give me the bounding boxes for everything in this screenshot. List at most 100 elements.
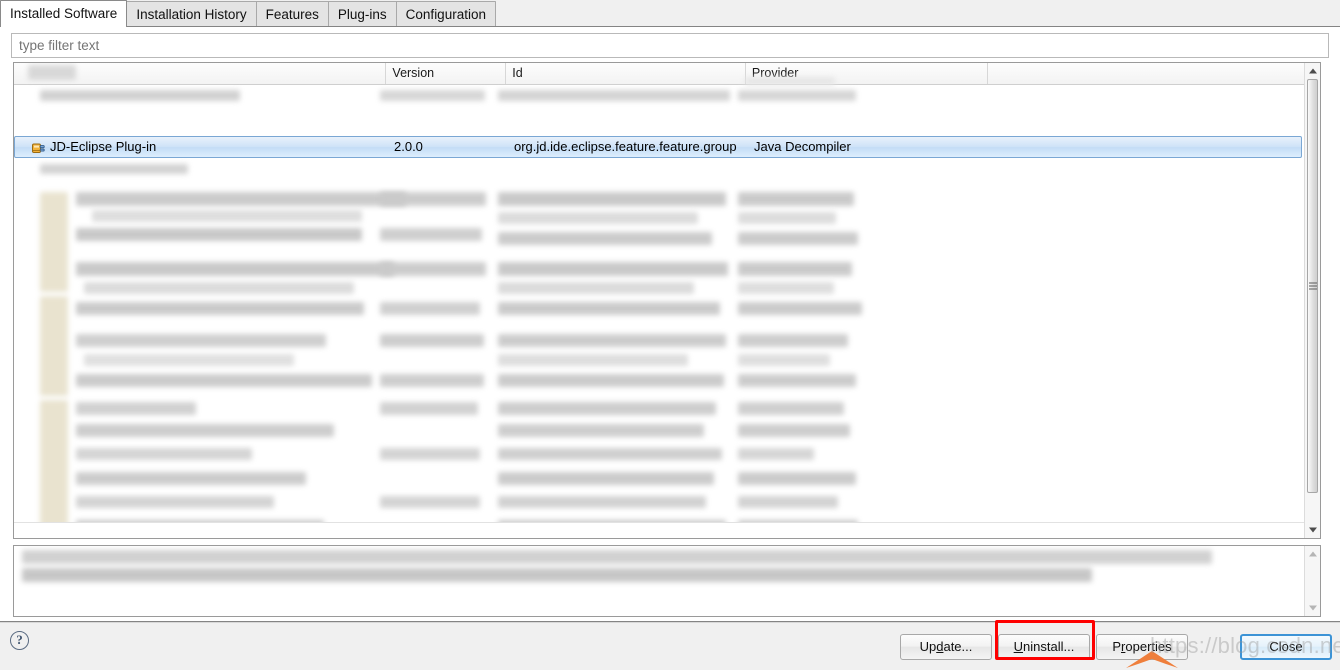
btn-text-post: se [1288,639,1303,654]
redacted-detail-line [22,568,1092,582]
tab-features[interactable]: Features [255,1,329,27]
redacted-cell [738,232,858,245]
column-header-id[interactable]: Id [506,63,746,84]
redacted-cell [380,448,480,460]
column-header-version[interactable]: Version [386,63,507,84]
redacted-cell [84,282,354,294]
tab-label: Installation History [136,7,247,22]
redacted-cell [738,402,844,415]
triangle-down-icon [1309,527,1317,533]
table-header-row: Version Id Provider [14,63,1304,85]
tab-installation-history[interactable]: Installation History [126,1,257,27]
redacted-cell [738,334,848,347]
horizontal-scrollbar[interactable] [14,522,1304,538]
redacted-cell [76,302,364,315]
redacted-cell [498,496,706,508]
btn-text-pre: P [1112,639,1122,654]
redacted-cell [738,90,856,101]
scroll-down-button[interactable] [1305,522,1320,538]
details-scroll-down-button[interactable] [1305,600,1320,616]
redacted-detail-line [22,550,1212,564]
cell-name: JD-Eclipse Plug-in [50,139,157,154]
help-icon[interactable]: ? [10,631,29,650]
table-row-selected[interactable]: JD-Eclipse Plug-in 2.0.0 org.jd.ide.ecli… [14,136,1302,158]
redacted-cell [92,210,362,222]
btn-text-pre: Up [919,639,937,654]
tab-configuration[interactable]: Configuration [395,1,496,27]
redacted-cell [84,354,294,366]
table-vertical-scrollbar[interactable] [1304,63,1320,538]
triangle-up-icon [1309,551,1317,557]
btn-text-post: operties [1125,639,1172,654]
redacted-cell [498,424,704,437]
redacted-cell [76,424,334,437]
redacted-cell [738,424,850,437]
details-panel[interactable] [13,545,1321,617]
update-button[interactable]: Update... [900,634,992,660]
redacted-cell [76,374,372,387]
redacted-cell [738,262,852,276]
redacted-cell [76,496,274,508]
btn-text-post: ninstall... [1023,639,1075,654]
tab-plug-ins[interactable]: Plug-ins [327,1,397,27]
cell-extra [990,137,1290,157]
redacted-cell [40,164,188,174]
redacted-cell [498,374,724,387]
filter-field[interactable] [11,33,1329,58]
redacted-cell [76,228,362,241]
details-scroll-up-button[interactable] [1305,546,1320,562]
tab-label: Features [265,7,319,22]
redacted-cell [498,212,698,224]
table-body[interactable]: JD-Eclipse Plug-in 2.0.0 org.jd.ide.ecli… [14,84,1304,522]
btn-mnemonic: U [1013,639,1024,654]
redacted-cell [76,448,252,460]
tab-label: Plug-ins [337,7,387,22]
details-vertical-scrollbar[interactable] [1304,546,1320,616]
redacted-cell [738,212,836,224]
close-button[interactable]: Close [1240,634,1332,660]
cell-provider: Java Decompiler [754,139,851,154]
tab-label: Installed Software [10,6,118,21]
tab-bar: Installed Software Installation History … [0,0,1340,27]
redacted-cell [498,448,722,460]
redacted-cell [498,302,720,315]
redacted-cell [738,354,830,366]
scrollbar-thumb[interactable] [1307,79,1318,493]
scroll-up-button[interactable] [1305,63,1320,79]
redacted-cell [76,262,394,276]
redacted-cell [498,192,726,206]
btn-text-pre: Clo [1269,639,1289,654]
redacted-cell [380,374,484,387]
properties-button[interactable]: Properties [1096,634,1188,660]
redacted-cell [40,400,68,522]
redacted-cell [76,192,406,206]
redacted-cell [738,192,854,206]
redacted-cell [498,282,694,294]
redacted-cell [380,302,480,315]
search-input[interactable] [12,34,1328,57]
column-header-extra[interactable] [988,63,1305,84]
redacted-cell [738,374,856,387]
redacted-cell [498,402,716,415]
redacted-cell [738,496,838,508]
grip-icon [1308,282,1317,290]
cell-id: org.jd.ide.eclipse.feature.feature.group [514,139,737,154]
redaction-blur [28,65,76,80]
redacted-cell [380,192,486,206]
installed-software-table[interactable]: Version Id Provider JD-Eclipse Plug-in 2… [13,62,1321,539]
redacted-cell [380,496,480,508]
redacted-cell [380,228,482,241]
redacted-cell [498,90,730,101]
redacted-cell [738,472,856,485]
redacted-cell [738,282,834,294]
redacted-cell [498,354,688,366]
redacted-cell [380,402,478,415]
redacted-cell [76,334,326,347]
installed-software-panel: Version Id Provider [0,26,1340,622]
uninstall-button[interactable]: Uninstall... [998,634,1090,660]
redacted-cell [40,90,240,101]
redacted-cell [498,472,714,485]
tab-installed-software[interactable]: Installed Software [0,0,128,27]
redacted-cell [498,262,728,276]
tab-label: Configuration [405,7,486,22]
